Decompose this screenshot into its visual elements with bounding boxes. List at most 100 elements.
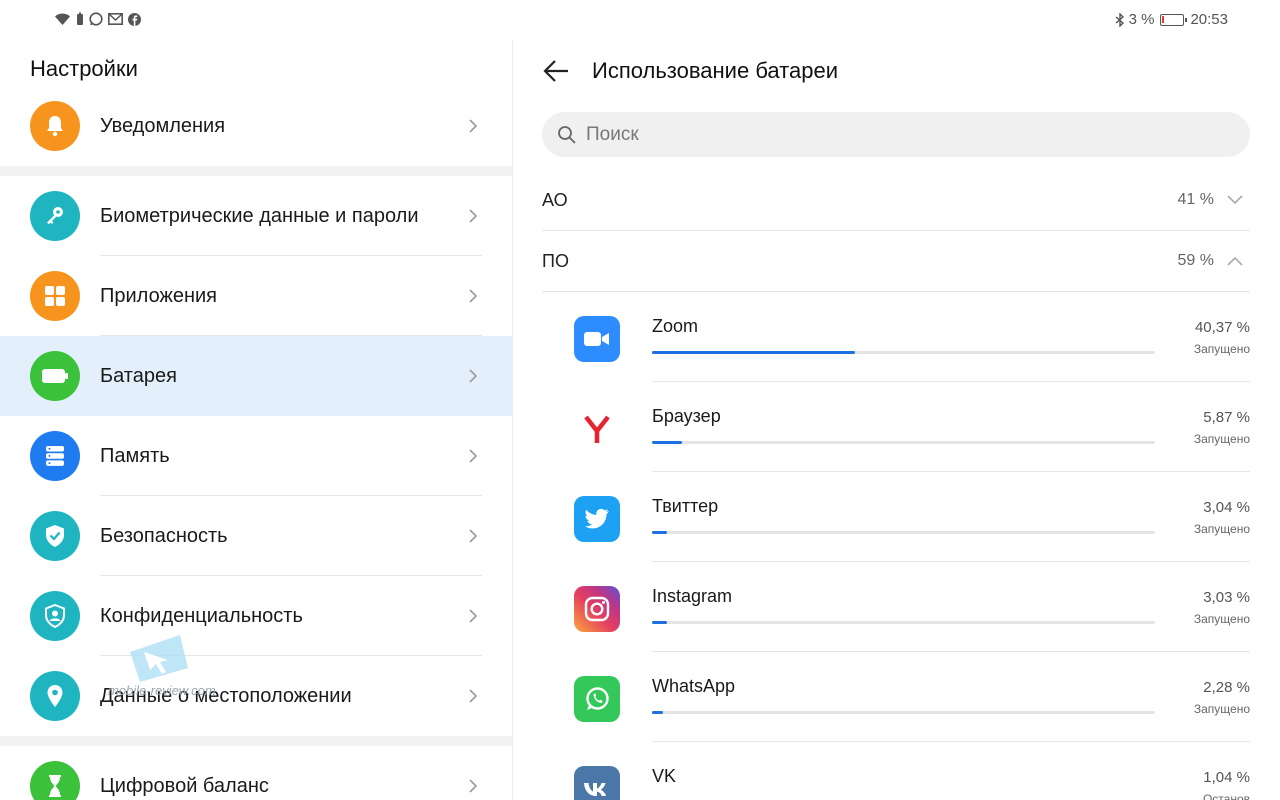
app-status: Запущено	[1193, 432, 1250, 446]
chevron-right-icon	[469, 609, 478, 623]
battery-icon	[1160, 13, 1188, 26]
zoom-icon	[574, 316, 620, 362]
chevron-up-icon	[1227, 256, 1243, 266]
back-arrow-icon[interactable]	[541, 56, 571, 86]
usage-bar-fill	[652, 621, 668, 624]
app-name: Instagram	[652, 586, 733, 606]
chevron-down-icon	[1227, 195, 1243, 205]
usage-bar-fill	[652, 531, 668, 534]
watermark-text: mobile-review.com	[108, 683, 216, 698]
app-row-zoom[interactable]: Zoom 40,37 % Запущено	[542, 292, 1250, 382]
app-status: Запущено	[1193, 342, 1250, 356]
menu-item-label: Приложения	[100, 284, 218, 307]
menu-item-privacy[interactable]: Конфиденциальность	[0, 576, 512, 656]
mail-icon	[108, 13, 123, 25]
app-name: Браузер	[652, 406, 721, 426]
yandex-browser-icon	[574, 406, 620, 452]
chevron-right-icon	[469, 119, 478, 133]
chevron-right-icon	[469, 449, 478, 463]
app-row-twitter[interactable]: Твиттер 3,04 % Запущено	[542, 472, 1250, 562]
battery-icon	[30, 351, 80, 401]
usage-bar	[652, 351, 1155, 354]
battery-percent: 3 %	[1128, 11, 1155, 28]
usage-bar-fill	[652, 351, 856, 354]
battery-usage-pane: Использование батареи АО 41 % ПО 59 % Zo…	[513, 40, 1280, 800]
section-percent: 41 %	[1177, 191, 1214, 208]
group-separator	[0, 736, 512, 746]
settings-pane: Настройки Уведомления Биометрические дан…	[0, 40, 512, 800]
app-row-whatsapp[interactable]: WhatsApp 2,28 % Запущено	[542, 652, 1250, 742]
app-row-browser[interactable]: Браузер 5,87 % Запущено	[542, 382, 1250, 472]
menu-item-location[interactable]: Данные о местоположении	[0, 656, 512, 736]
chevron-right-icon	[469, 689, 478, 703]
menu-item-security[interactable]: Безопасность	[0, 496, 512, 576]
vk-icon	[574, 766, 620, 800]
chevron-right-icon	[469, 209, 478, 223]
apps-grid-icon	[30, 271, 80, 321]
usage-bar	[652, 621, 1155, 624]
notification-icons	[54, 12, 141, 26]
menu-item-label: Биометрические данные и пароли	[100, 204, 419, 227]
usage-bar-fill	[652, 441, 682, 444]
bluetooth-icon	[1115, 12, 1124, 27]
app-name: Zoom	[652, 316, 699, 336]
search-input[interactable]	[586, 112, 1226, 157]
menu-item-apps[interactable]: Приложения	[0, 256, 512, 336]
battery-saver-icon	[77, 12, 83, 25]
app-status: Запущено	[1193, 612, 1250, 626]
menu-item-label: Конфиденциальность	[100, 604, 303, 627]
app-row-vk[interactable]: VK 1,04 % Останов	[542, 742, 1250, 800]
app-name: WhatsApp	[652, 676, 736, 696]
section-label: АО	[542, 189, 568, 210]
menu-item-biometrics[interactable]: Биометрические данные и пароли	[0, 176, 512, 256]
app-percent: 40,37 %	[1194, 319, 1250, 336]
app-percent: 2,28 %	[1203, 679, 1250, 696]
settings-title: Настройки	[30, 56, 138, 81]
app-percent: 1,04 %	[1203, 769, 1250, 786]
whatsapp-notification-icon	[89, 12, 103, 26]
key-icon	[30, 191, 80, 241]
usage-bar	[652, 711, 1155, 714]
facebook-icon	[128, 12, 141, 26]
chevron-right-icon	[469, 779, 478, 793]
clock: 20:53	[1190, 11, 1228, 28]
page-title: Использование батареи	[592, 58, 838, 83]
shield-check-icon	[30, 511, 80, 561]
location-pin-icon	[30, 671, 80, 721]
chevron-right-icon	[469, 369, 478, 383]
section-po[interactable]: ПО 59 %	[542, 231, 1250, 292]
app-row-instagram[interactable]: Instagram 3,03 % Запущено	[542, 562, 1250, 652]
usage-bar	[652, 531, 1155, 534]
search-bar[interactable]	[542, 112, 1250, 157]
menu-item-label: Цифровой баланс	[100, 774, 269, 797]
app-status: Останов	[1202, 792, 1250, 800]
app-percent: 5,87 %	[1203, 409, 1250, 426]
chevron-right-icon	[469, 289, 478, 303]
menu-item-label: Безопасность	[100, 524, 228, 547]
app-name: Твиттер	[652, 496, 719, 516]
menu-item-label: Память	[100, 444, 170, 467]
storage-icon	[30, 431, 80, 481]
menu-item-notifications[interactable]: Уведомления	[0, 86, 512, 166]
privacy-shield-icon	[30, 591, 80, 641]
app-percent: 3,04 %	[1203, 499, 1250, 516]
app-name: VK	[652, 766, 677, 786]
bell-icon	[30, 101, 80, 151]
usage-bar	[652, 441, 1155, 444]
status-bar: 3 % 20:53	[0, 0, 1280, 40]
app-status: Запущено	[1193, 522, 1250, 536]
twitter-icon	[574, 496, 620, 542]
menu-item-battery[interactable]: Батарея	[0, 336, 512, 416]
menu-item-digital-balance[interactable]: Цифровой баланс	[0, 746, 512, 800]
app-status: Запущено	[1193, 702, 1250, 716]
section-percent: 59 %	[1177, 252, 1214, 269]
menu-item-label: Уведомления	[100, 114, 226, 137]
group-separator	[0, 166, 512, 176]
chevron-right-icon	[469, 529, 478, 543]
usage-bar-fill	[652, 711, 664, 714]
instagram-icon	[574, 586, 620, 632]
search-icon	[558, 126, 576, 144]
section-ao[interactable]: АО 41 %	[542, 170, 1250, 231]
menu-item-storage[interactable]: Память	[0, 416, 512, 496]
system-indicators: 3 % 20:53	[1115, 11, 1228, 28]
